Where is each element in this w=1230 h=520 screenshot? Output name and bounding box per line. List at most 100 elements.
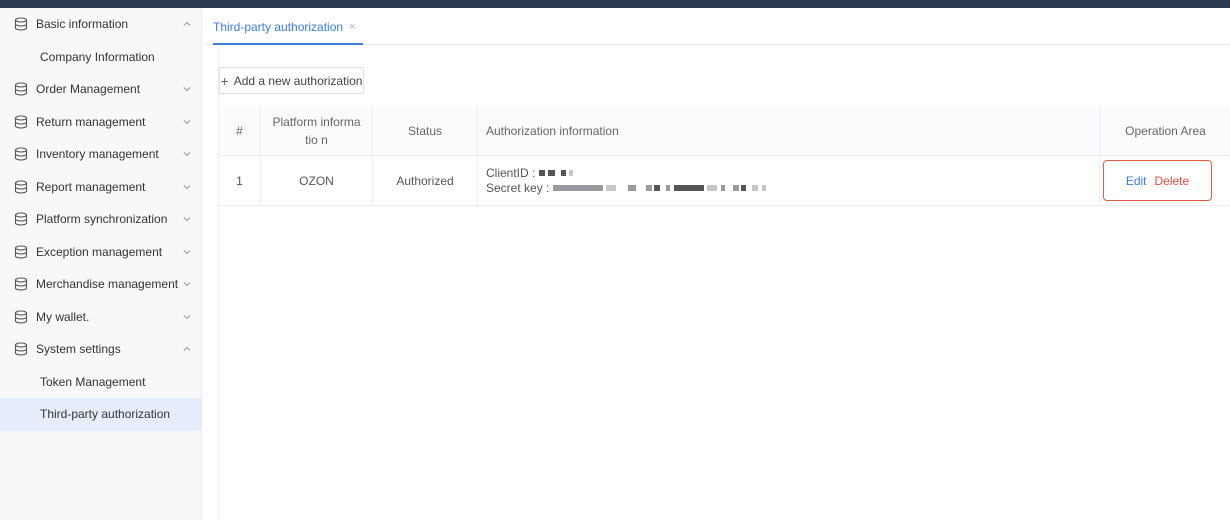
sidebar-item-report-management[interactable]: Report management bbox=[0, 171, 201, 204]
sidebar-item-inventory-management[interactable]: Inventory management bbox=[0, 138, 201, 171]
redacted-value bbox=[654, 185, 661, 191]
close-icon[interactable]: × bbox=[349, 21, 355, 33]
sidebar-item-order-management[interactable]: Order Management bbox=[0, 73, 201, 106]
sidebar-item-token-management[interactable]: Token Management bbox=[0, 366, 201, 399]
sidebar: Basic information Company Information Or… bbox=[0, 8, 202, 520]
redacted-value bbox=[707, 185, 718, 191]
database-icon bbox=[14, 212, 28, 226]
redacted-value bbox=[606, 185, 617, 191]
redacted-value bbox=[569, 170, 574, 176]
sidebar-item-label: Third-party authorization bbox=[40, 407, 171, 422]
column-header-index: # bbox=[219, 106, 260, 155]
top-bar bbox=[0, 0, 1230, 8]
client-id-label: ClientID : bbox=[486, 165, 536, 180]
chevron-down-icon[interactable] bbox=[183, 280, 191, 288]
redacted-value bbox=[666, 185, 671, 191]
sidebar-item-label: Exception management bbox=[36, 244, 163, 259]
column-header-platform: Platform informatio n bbox=[260, 106, 372, 155]
redacted-value bbox=[674, 185, 705, 191]
database-icon bbox=[14, 17, 28, 31]
chevron-down-icon[interactable] bbox=[183, 183, 191, 191]
add-authorization-button[interactable]: + Add a new authorization bbox=[219, 67, 364, 94]
redacted-value bbox=[548, 170, 556, 176]
database-icon bbox=[14, 245, 28, 259]
chevron-down-icon[interactable] bbox=[183, 313, 191, 321]
redacted-value bbox=[733, 185, 740, 191]
chevron-down-icon[interactable] bbox=[183, 150, 191, 158]
database-icon bbox=[14, 277, 28, 291]
table-row: 1 OZON Authorized ClientID : Secret key … bbox=[219, 156, 1230, 206]
content-panel: + Add a new authorization # Platform inf… bbox=[218, 45, 1230, 520]
database-icon bbox=[14, 342, 28, 356]
row-status: Authorized bbox=[372, 156, 477, 205]
add-authorization-label: Add a new authorization bbox=[233, 73, 363, 88]
redacted-value bbox=[628, 185, 637, 191]
chevron-up-icon[interactable] bbox=[183, 345, 191, 353]
sidebar-item-company-information[interactable]: Company Information bbox=[0, 41, 201, 74]
tab-label: Third-party authorization bbox=[213, 19, 344, 34]
redacted-value bbox=[561, 170, 567, 176]
sidebar-item-label: Order Management bbox=[36, 82, 141, 97]
row-index: 1 bbox=[219, 156, 260, 205]
secret-key-line: Secret key : bbox=[486, 180, 767, 196]
sidebar-item-system-settings[interactable]: System settings bbox=[0, 333, 201, 366]
client-id-line: ClientID : bbox=[486, 166, 766, 181]
chevron-down-icon[interactable] bbox=[183, 248, 191, 256]
sidebar-item-label: My wallet. bbox=[36, 309, 90, 324]
redacted-value bbox=[646, 185, 653, 191]
chevron-down-icon[interactable] bbox=[183, 85, 191, 93]
sidebar-item-my-wallet[interactable]: My wallet. bbox=[0, 301, 201, 334]
sidebar-item-label: Merchandise management bbox=[36, 277, 179, 292]
edit-link[interactable]: Edit bbox=[1126, 174, 1147, 188]
sidebar-item-platform-synchronization[interactable]: Platform synchronization bbox=[0, 203, 201, 236]
sidebar-item-label: Return management bbox=[36, 114, 146, 129]
sidebar-item-basic-information[interactable]: Basic information bbox=[0, 8, 201, 41]
tab-bar: Third-party authorization × bbox=[203, 8, 1230, 45]
table-header: # Platform informatio n Status Authoriza… bbox=[219, 106, 1230, 156]
redacted-value bbox=[741, 185, 747, 191]
database-icon bbox=[14, 180, 28, 194]
redacted-value bbox=[721, 185, 726, 191]
header-label: # bbox=[236, 123, 243, 138]
redacted-value bbox=[752, 185, 759, 191]
sidebar-item-return-management[interactable]: Return management bbox=[0, 106, 201, 139]
row-platform: OZON bbox=[260, 156, 372, 205]
redacted-value bbox=[539, 170, 546, 176]
sidebar-item-exception-management[interactable]: Exception management bbox=[0, 236, 201, 269]
database-icon bbox=[14, 310, 28, 324]
header-label: Authorization information bbox=[486, 123, 619, 138]
sidebar-item-label: Platform synchronization bbox=[36, 212, 168, 227]
row-index-value: 1 bbox=[236, 173, 243, 188]
sidebar-item-label: Report management bbox=[36, 179, 146, 194]
main-area: Third-party authorization × + Add a new … bbox=[203, 8, 1230, 520]
database-icon bbox=[14, 82, 28, 96]
chevron-up-icon[interactable] bbox=[183, 20, 191, 28]
header-label: Status bbox=[407, 123, 443, 138]
database-icon bbox=[14, 147, 28, 161]
redacted-value bbox=[553, 185, 604, 191]
header-label: Platform informatio n bbox=[272, 114, 361, 147]
operation-highlight-box: Edit Delete bbox=[1103, 160, 1212, 201]
delete-link[interactable]: Delete bbox=[1155, 174, 1190, 188]
column-header-authorization: Authorization information bbox=[477, 106, 1099, 155]
sidebar-item-label: Company Information bbox=[40, 49, 155, 64]
chevron-down-icon[interactable] bbox=[183, 215, 191, 223]
plus-icon: + bbox=[220, 72, 229, 89]
column-header-status: Status bbox=[372, 106, 477, 155]
sidebar-item-merchandise-management[interactable]: Merchandise management bbox=[0, 268, 201, 301]
chevron-down-icon[interactable] bbox=[183, 118, 191, 126]
database-icon bbox=[14, 115, 28, 129]
column-header-operation: Operation Area bbox=[1099, 106, 1230, 155]
sidebar-item-third-party-authorization[interactable]: Third-party authorization bbox=[0, 398, 201, 431]
row-platform-value: OZON bbox=[299, 173, 334, 188]
sidebar-item-label: Token Management bbox=[40, 374, 146, 389]
tab-third-party-authorization[interactable]: Third-party authorization × bbox=[213, 8, 356, 45]
header-label: Operation Area bbox=[1125, 123, 1206, 138]
row-authorization: ClientID : Secret key : bbox=[477, 156, 1099, 205]
sidebar-item-label: Basic information bbox=[36, 17, 129, 32]
sidebar-item-label: Inventory management bbox=[36, 147, 159, 162]
redacted-value bbox=[762, 185, 767, 191]
sidebar-item-label: System settings bbox=[36, 342, 121, 357]
status-text: Authorized bbox=[396, 173, 454, 188]
secret-key-label: Secret key : bbox=[486, 180, 550, 195]
